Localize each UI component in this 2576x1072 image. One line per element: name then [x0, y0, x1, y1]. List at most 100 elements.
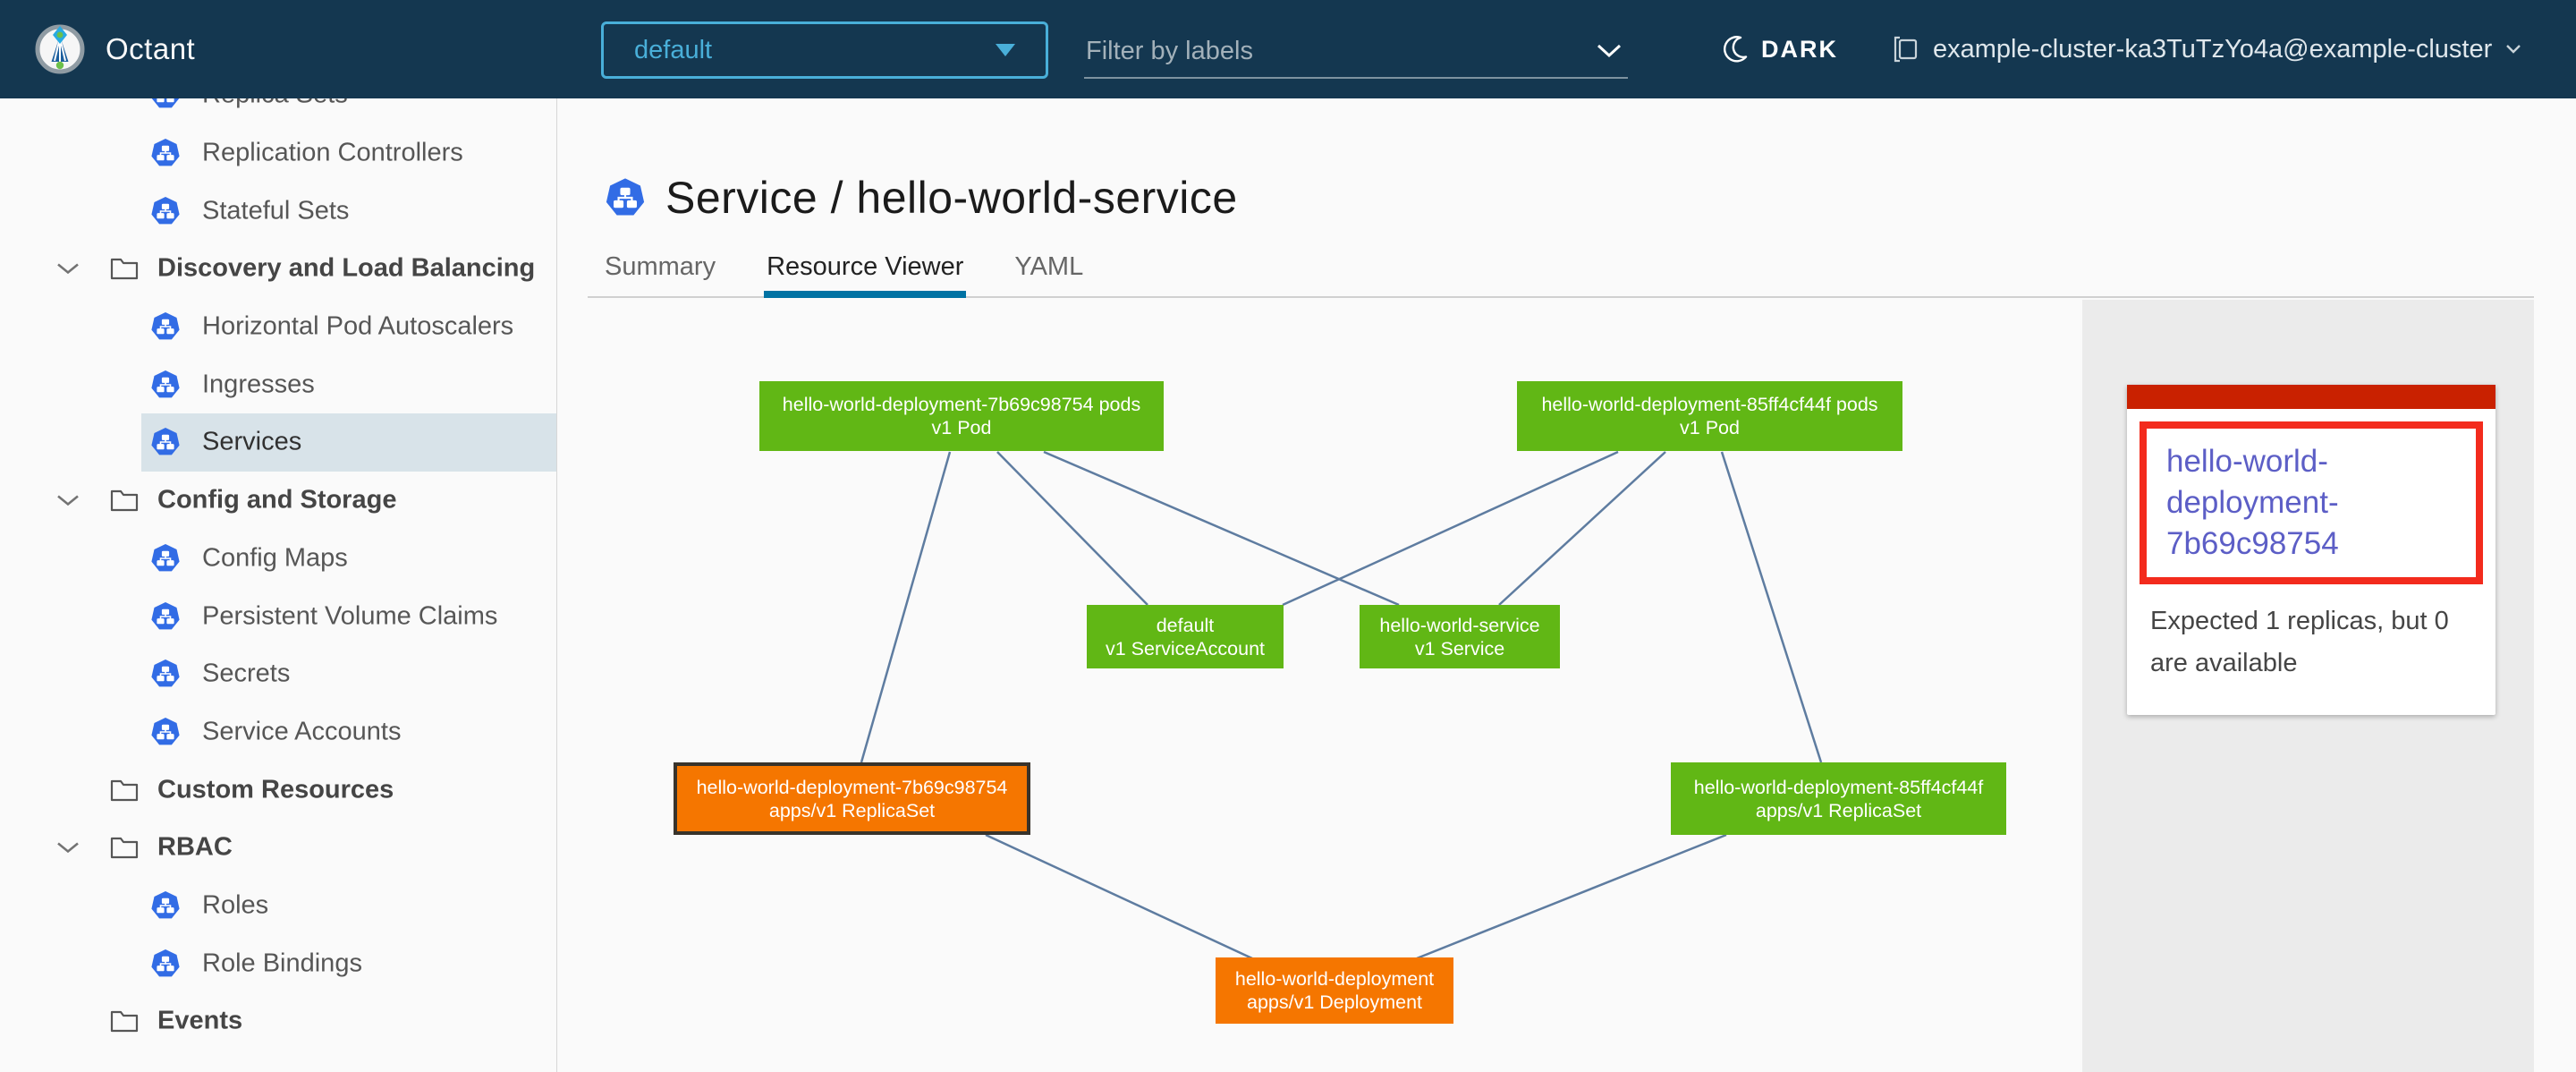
page-title: Service / hello-world-service [665, 172, 1238, 224]
folder-icon [109, 255, 140, 282]
sidebar-item-horizontal-pod-autoscalers[interactable]: Horizontal Pod Autoscalers [0, 298, 556, 356]
sidebar-item-replica-sets[interactable]: Replica Sets [0, 98, 556, 124]
selected-node-box: hello-world-deployment-7b69c98754 [2140, 421, 2483, 584]
sidebar-item-stateful-sets[interactable]: Stateful Sets [0, 182, 556, 240]
service-accounts-icon [150, 717, 181, 747]
graph-node-service-hello-world[interactable]: hello-world-servicev1 Service [1360, 605, 1560, 668]
sidebar-item-rbac[interactable]: RBAC [0, 819, 556, 877]
sidebar-item-config-maps[interactable]: Config Maps [0, 530, 556, 588]
horizontal-pod-autoscalers-icon [150, 311, 181, 342]
dark-label: DARK [1761, 36, 1838, 64]
sidebar-item-label: Roles [202, 890, 268, 920]
folder-icon [109, 834, 140, 861]
graph-node-deployment-hello-world[interactable]: hello-world-deploymentapps/v1 Deployment [1216, 957, 1453, 1024]
node-title: default [1157, 614, 1215, 637]
label-filter [1084, 25, 1628, 79]
sidebar-item-roles[interactable]: Roles [0, 877, 556, 935]
node-apiversion-kind: apps/v1 Deployment [1247, 991, 1422, 1014]
resource-graph: hello-world-deployment-7b69c98754 podsv1… [557, 298, 2082, 1072]
context-switcher[interactable]: example-cluster-ka3TuTzYo4a@example-clus… [1893, 0, 2521, 98]
sidebar-item-label: Ingresses [202, 370, 315, 399]
sidebar-item-service-accounts[interactable]: Service Accounts [0, 703, 556, 761]
sidebar-section-label: Custom Resources [157, 775, 394, 804]
caret-down-icon [996, 44, 1015, 56]
sidebar-item-secrets[interactable]: Secrets [0, 645, 556, 703]
sidebar-item-label: Replication Controllers [202, 139, 463, 168]
chevron-down-icon [55, 262, 80, 276]
node-title: hello-world-service [1379, 614, 1539, 637]
ingresses-icon [150, 370, 181, 400]
graph-edge [1722, 452, 1821, 762]
sidebar-item-persistent-volume-claims[interactable]: Persistent Volume Claims [0, 587, 556, 645]
namespace-dropdown-value: default [634, 36, 712, 65]
sidebar-item-discovery-and-load-balancing[interactable]: Discovery and Load Balancing [0, 240, 556, 298]
sidebar-item-config-and-storage[interactable]: Config and Storage [0, 472, 556, 530]
detail-panel: hello-world-deployment-7b69c98754 Expect… [2082, 300, 2534, 1072]
node-apiversion-kind: v1 Pod [1680, 416, 1740, 439]
persistent-volume-claims-icon [150, 601, 181, 632]
role-bindings-icon [150, 949, 181, 979]
namespace-dropdown[interactable]: default [601, 21, 1048, 79]
graph-node-pod-85ff4cf44f[interactable]: hello-world-deployment-85ff4cf44f podsv1… [1517, 381, 1902, 451]
cluster-icon [1893, 35, 1919, 64]
page-title-row: Service / hello-world-service [605, 168, 1238, 227]
chevron-down-icon[interactable] [1596, 43, 1628, 59]
app-title: Octant [106, 32, 195, 66]
node-apiversion-kind: v1 ServiceAccount [1106, 637, 1265, 660]
sidebar-item-label: Service Accounts [202, 717, 401, 746]
sidebar-item-label: Secrets [202, 659, 290, 689]
sidebar-section-label: Events [157, 1007, 242, 1036]
selected-node-link[interactable]: hello-world-deployment-7b69c98754 [2166, 444, 2339, 561]
selected-node-card: hello-world-deployment-7b69c98754 Expect… [2127, 385, 2496, 715]
node-title: hello-world-deployment [1235, 967, 1434, 991]
sidebar-item-label: Horizontal Pod Autoscalers [202, 312, 513, 342]
replication-controllers-icon [150, 138, 181, 168]
dark-theme-toggle[interactable]: DARK [1723, 0, 1838, 98]
node-apiversion-kind: apps/v1 ReplicaSet [1756, 799, 1921, 822]
sidebar-section-label: Discovery and Load Balancing [157, 254, 535, 284]
sidebar-item-label: Persistent Volume Claims [202, 601, 497, 631]
octant-compass-icon [34, 23, 86, 75]
chevron-down-icon [2505, 44, 2521, 55]
tab-yaml[interactable]: YAML [1014, 245, 1083, 298]
label-filter-input[interactable] [1084, 36, 1567, 67]
graph-node-serviceaccount-default[interactable]: defaultv1 ServiceAccount [1087, 605, 1284, 668]
graph-edge [1283, 452, 1618, 605]
moon-icon [1723, 36, 1748, 63]
node-apiversion-kind: apps/v1 ReplicaSet [769, 799, 935, 822]
chevron-down-icon [55, 494, 80, 507]
graph-edge [1499, 452, 1665, 605]
graph-node-replicaset-85ff4cf44f[interactable]: hello-world-deployment-85ff4cf44fapps/v1… [1671, 762, 2006, 835]
graph-edge [986, 835, 1252, 958]
sidebar-item-label: Replica Sets [202, 98, 348, 110]
graph-edge [1417, 835, 1726, 958]
replica-sets-icon [150, 98, 181, 110]
sidebar-item-services[interactable]: Services [0, 413, 556, 472]
secrets-icon [150, 659, 181, 689]
graph-node-replicaset-7b69c98754[interactable]: hello-world-deployment-7b69c98754apps/v1… [674, 762, 1030, 835]
sidebar-section-label: RBAC [157, 833, 233, 863]
tab-summary[interactable]: Summary [605, 245, 716, 298]
services-icon [150, 427, 181, 457]
graph-edge [861, 452, 950, 762]
stateful-sets-icon [150, 196, 181, 226]
graph-node-pod-7b69c98754[interactable]: hello-world-deployment-7b69c98754 podsv1… [759, 381, 1164, 451]
tab-bar: Summary Resource Viewer YAML [605, 245, 1083, 298]
sidebar-item-label: Role Bindings [202, 949, 362, 978]
service-icon [605, 176, 646, 219]
config-maps-icon [150, 543, 181, 574]
tab-resource-viewer[interactable]: Resource Viewer [767, 245, 963, 298]
context-label: example-cluster-ka3TuTzYo4a@example-clus… [1933, 35, 2492, 64]
graph-edge [997, 452, 1148, 605]
status-error-bar [2127, 385, 2496, 409]
sidebar-item-events[interactable]: Events [0, 992, 556, 1051]
node-title: hello-world-deployment-85ff4cf44f pods [1541, 393, 1877, 416]
sidebar-item-ingresses[interactable]: Ingresses [0, 355, 556, 413]
sidebar-item-custom-resources[interactable]: Custom Resources [0, 761, 556, 819]
folder-icon [109, 777, 140, 804]
node-apiversion-kind: v1 Pod [932, 416, 992, 439]
sidebar-item-replication-controllers[interactable]: Replication Controllers [0, 124, 556, 183]
sidebar-item-role-bindings[interactable]: Role Bindings [0, 934, 556, 992]
replica-warning-message: Expected 1 replicas, but 0 are available [2127, 590, 2496, 715]
octant-app: Octant default DARK [0, 0, 2576, 1072]
